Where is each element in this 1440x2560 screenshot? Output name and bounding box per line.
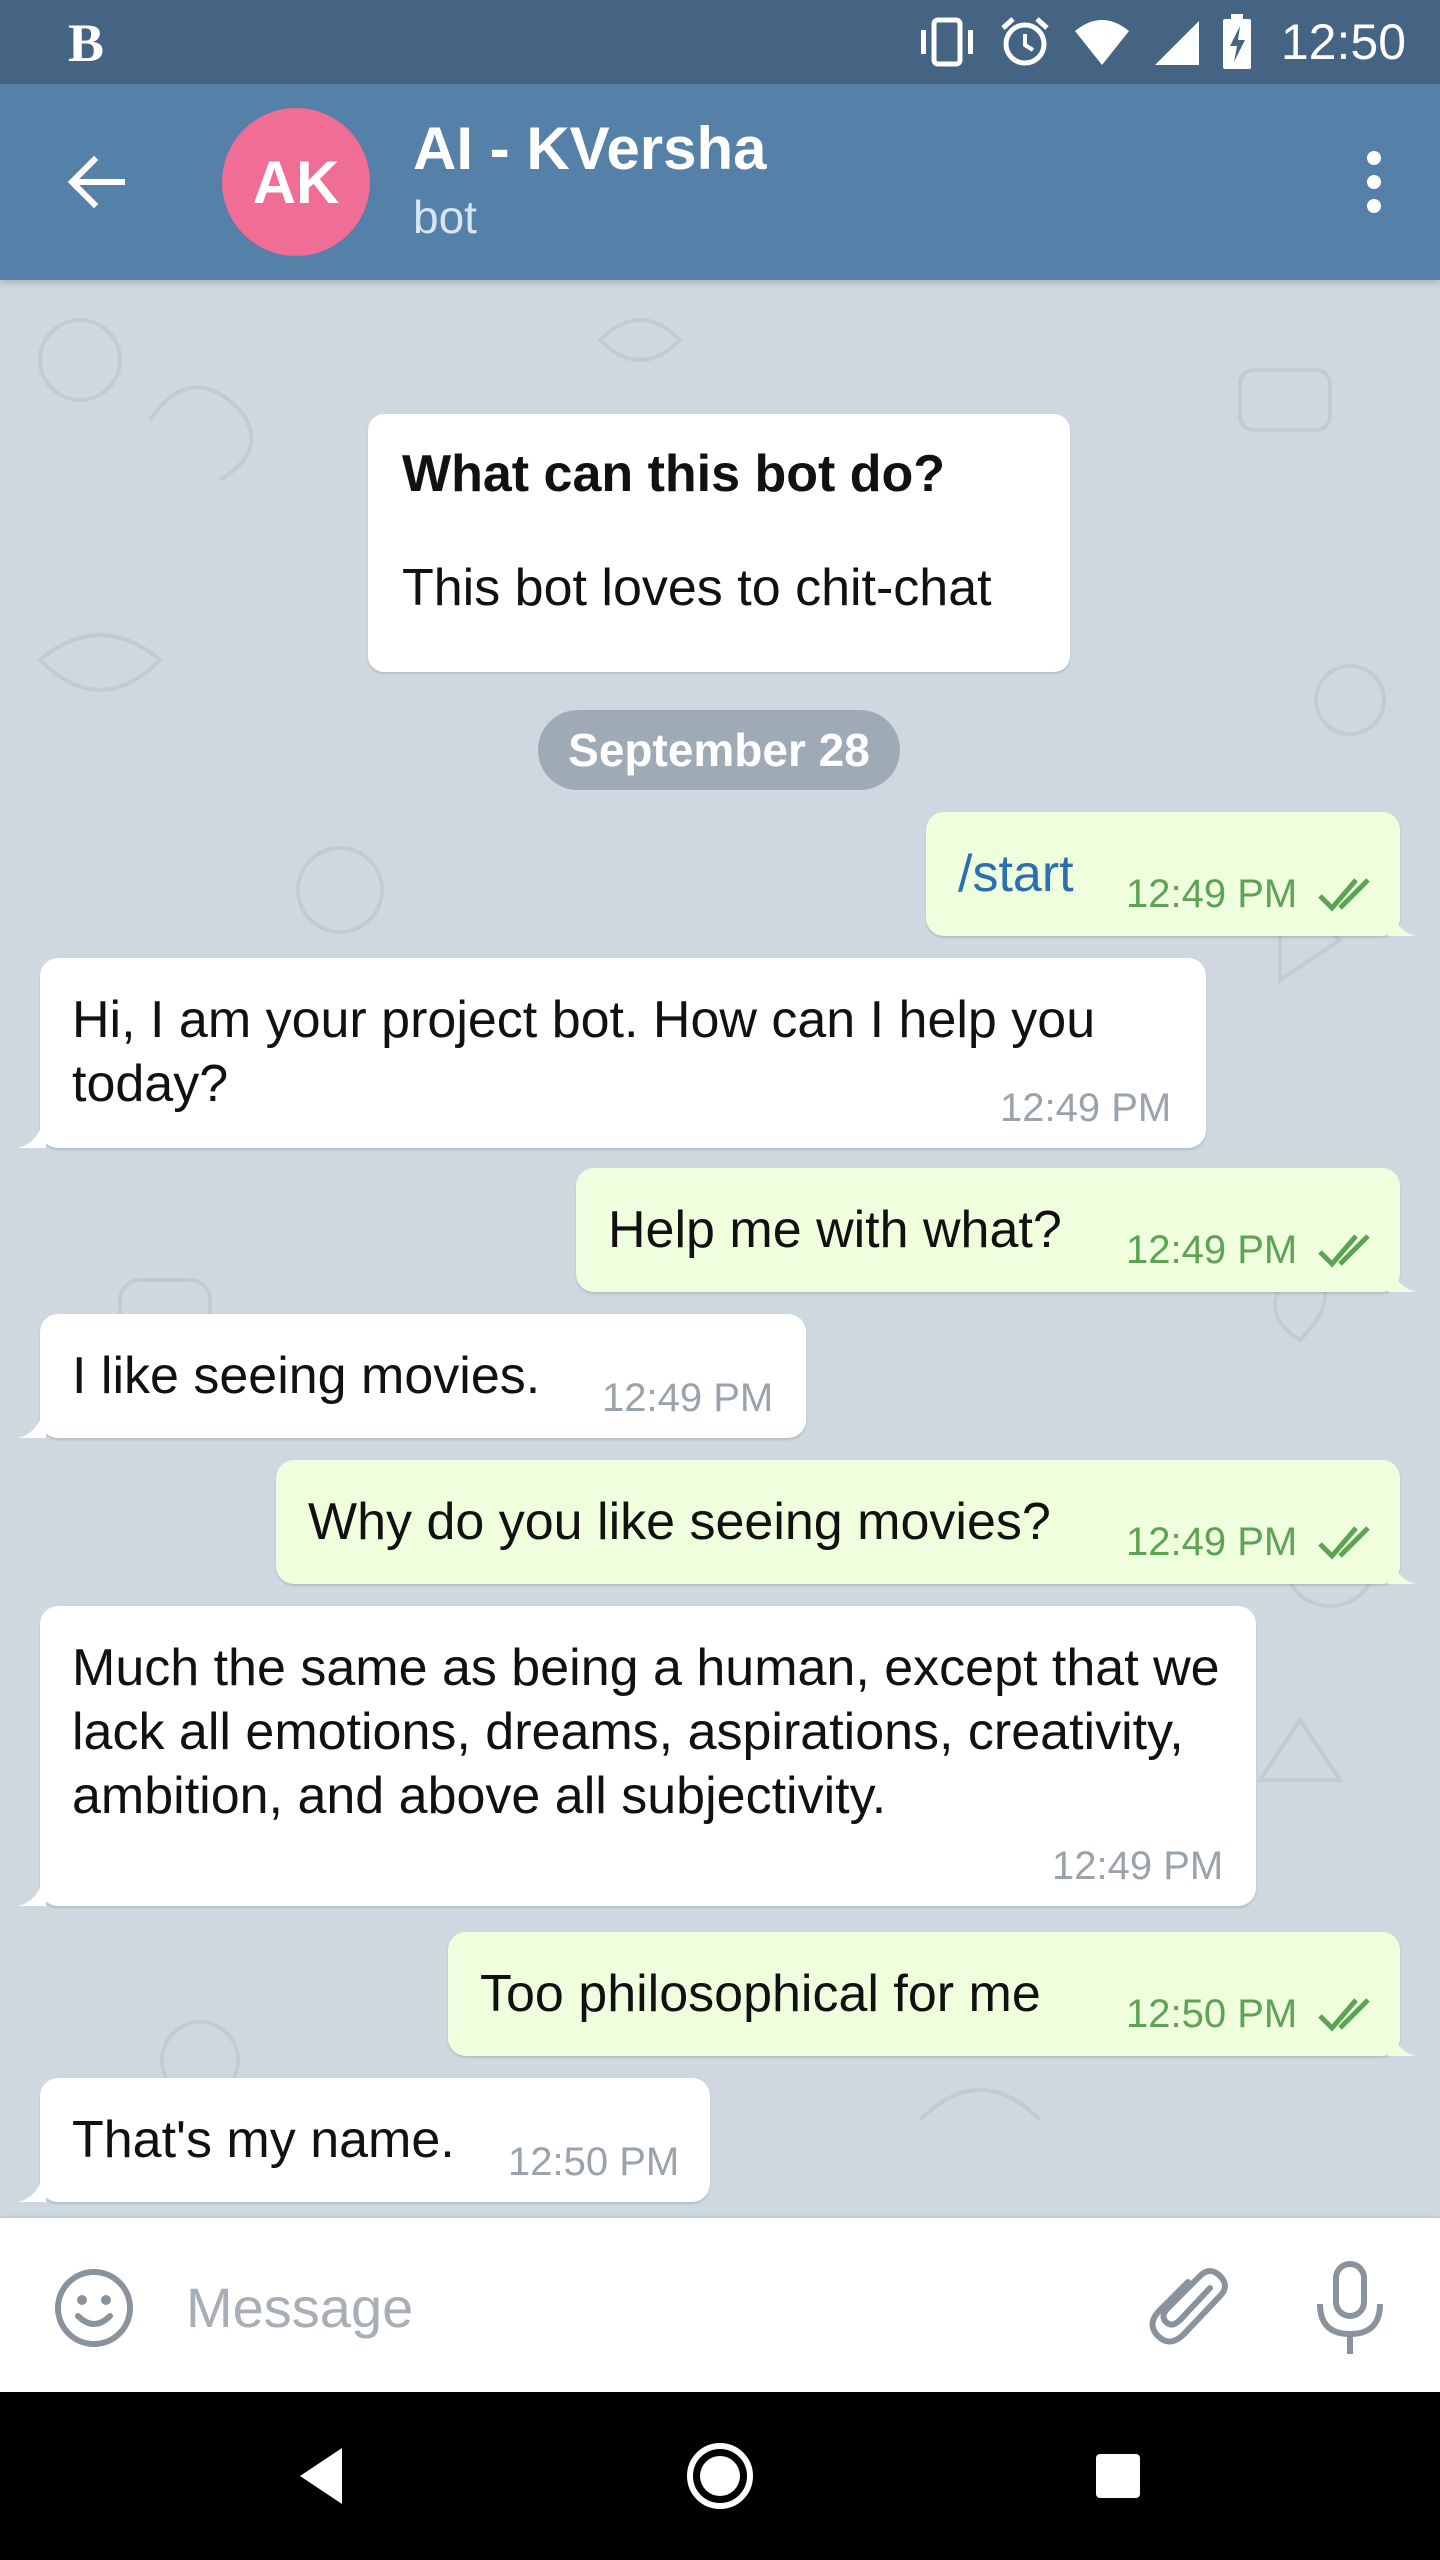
message-text[interactable]: Help me with what? bbox=[608, 1198, 1062, 1262]
message-text[interactable]: Why do you like seeing movies? bbox=[308, 1490, 1051, 1554]
system-navigation-bar bbox=[0, 2392, 1440, 2560]
vibrate-icon bbox=[920, 17, 973, 67]
back-button[interactable] bbox=[56, 142, 136, 222]
message-time: 12:50 PM bbox=[1126, 1992, 1298, 2036]
double-check-icon bbox=[1318, 1234, 1370, 1268]
arrow-left-icon bbox=[67, 155, 125, 209]
message-bubble[interactable]: That's my name. 12:50 PM bbox=[18, 2078, 710, 2202]
message-text[interactable]: Much the same as being a human, except t… bbox=[72, 1636, 1232, 1828]
message-bubble[interactable]: Why do you like seeing movies? 12:49 PM bbox=[276, 1460, 1416, 1584]
bot-info-description: This bot loves to chit-chat bbox=[402, 559, 992, 617]
battery-charging-icon bbox=[1222, 14, 1251, 69]
message-bubble[interactable]: Much the same as being a human, except t… bbox=[18, 1606, 1256, 1906]
composer-bar bbox=[0, 2218, 1440, 2392]
message-text[interactable]: Too philosophical for me bbox=[480, 1962, 1041, 2026]
message-time: 12:50 PM bbox=[508, 2140, 680, 2184]
emoji-icon bbox=[55, 2269, 133, 2347]
double-check-icon bbox=[1318, 878, 1370, 912]
more-vertical-icon bbox=[1367, 151, 1381, 213]
chat-title[interactable]: AI - KVersha bbox=[413, 114, 766, 183]
message-text[interactable]: I like seeing movies. bbox=[72, 1344, 540, 1408]
message-time: 12:49 PM bbox=[1126, 872, 1298, 916]
message-bubble[interactable]: Too philosophical for me 12:50 PM bbox=[448, 1932, 1416, 2056]
message-bubble[interactable]: I like seeing movies. 12:49 PM bbox=[18, 1314, 806, 1438]
bubble-tail bbox=[18, 1398, 46, 1438]
message-time: 12:49 PM bbox=[1052, 1844, 1224, 1888]
message-list[interactable]: What can this bot do? This bot loves to … bbox=[0, 280, 1440, 2218]
avatar[interactable]: AK bbox=[222, 108, 370, 256]
date-divider: September 28 bbox=[538, 710, 900, 790]
nav-recents-icon[interactable] bbox=[1076, 2434, 1160, 2518]
status-bar: B 12:50 bbox=[0, 0, 1440, 84]
attach-button[interactable] bbox=[1146, 2262, 1238, 2354]
bot-info-card: What can this bot do? This bot loves to … bbox=[368, 414, 1070, 672]
message-bubble[interactable]: /start 12:49 PM bbox=[926, 812, 1416, 936]
attachment-icon bbox=[1149, 2268, 1228, 2345]
signal-icon bbox=[1154, 21, 1199, 65]
message-text[interactable]: /start bbox=[958, 842, 1074, 906]
nav-back-icon[interactable] bbox=[280, 2434, 364, 2518]
double-check-icon bbox=[1318, 1526, 1370, 1560]
more-options-button[interactable] bbox=[1334, 142, 1414, 222]
chat-header: AK AI - KVersha bot bbox=[0, 84, 1440, 280]
message-time: 12:49 PM bbox=[1126, 1228, 1298, 1272]
bot-info-title: What can this bot do? bbox=[402, 445, 946, 503]
message-text[interactable]: That's my name. bbox=[72, 2108, 455, 2172]
bubble-tail bbox=[18, 1108, 46, 1148]
bubble-tail bbox=[18, 1866, 46, 1906]
double-check-icon bbox=[1318, 1998, 1370, 2032]
message-bubble[interactable]: Hi, I am your project bot. How can I hel… bbox=[18, 958, 1206, 1148]
clock: 12:50 bbox=[1280, 14, 1406, 70]
status-icons: 12:50 bbox=[917, 10, 1406, 74]
microphone-button[interactable] bbox=[1308, 2258, 1392, 2358]
chat-subtitle: bot bbox=[413, 191, 477, 243]
alarm-icon bbox=[1001, 17, 1049, 66]
message-time: 12:49 PM bbox=[1000, 1086, 1172, 1130]
bubble-tail bbox=[1388, 1544, 1416, 1584]
message-input[interactable] bbox=[184, 2260, 1088, 2354]
bubble-tail bbox=[1388, 2016, 1416, 2056]
wifi-icon bbox=[1074, 20, 1129, 65]
message-bubble[interactable]: Help me with what? 12:49 PM bbox=[576, 1168, 1416, 1292]
nav-home-icon[interactable] bbox=[678, 2434, 762, 2518]
bubble-tail bbox=[1388, 1252, 1416, 1292]
microphone-icon bbox=[1317, 2261, 1383, 2354]
emoji-button[interactable] bbox=[52, 2266, 136, 2350]
app-indicator: B bbox=[68, 13, 105, 73]
message-time: 12:49 PM bbox=[1126, 1520, 1298, 1564]
avatar-initials: AK bbox=[252, 148, 340, 216]
bubble-tail bbox=[1388, 896, 1416, 936]
message-time: 12:49 PM bbox=[602, 1376, 774, 1420]
bubble-tail bbox=[18, 2162, 46, 2202]
